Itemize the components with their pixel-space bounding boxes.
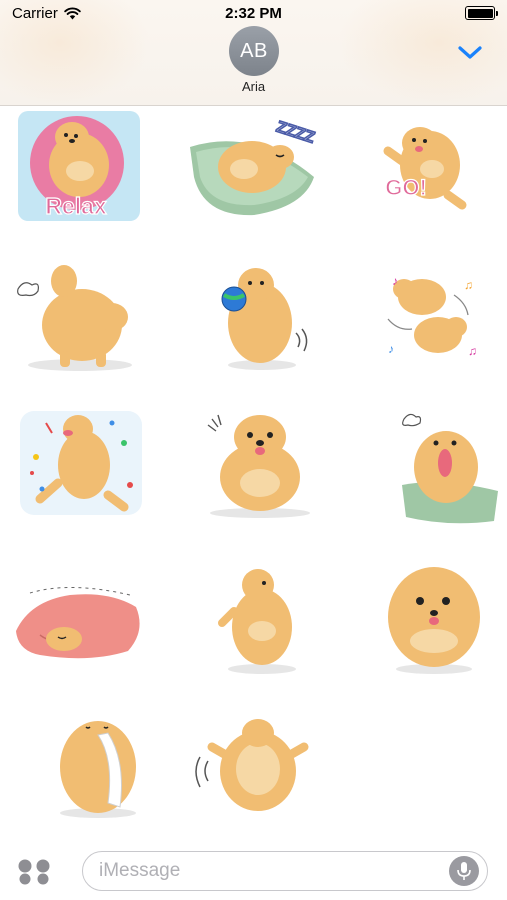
carrier-label: Carrier — [12, 4, 58, 22]
sticker-grid: Relax ZZZZ GO! ♪ ♫ ♪ ♫ — [0, 107, 507, 842]
sticker-dog-under-blanket[interactable] — [10, 551, 150, 676]
relax-sticker-art: Relax — [18, 111, 140, 221]
sticker-go[interactable]: GO! — [358, 107, 498, 232]
status-bar: Carrier 2:32 PM — [0, 0, 507, 26]
go-sticker-art: GO! — [383, 127, 467, 210]
microphone-glyph — [457, 862, 471, 880]
chevron-down-icon[interactable] — [456, 42, 484, 62]
sticker-relax[interactable]: Relax — [12, 107, 152, 232]
sticker-party-confetti[interactable] — [12, 403, 152, 528]
go-caption: GO! — [385, 175, 427, 200]
dog-front-sticker-art — [388, 567, 480, 674]
sticker-dog-with-towel[interactable] — [26, 699, 166, 824]
back-view-sticker-art — [195, 719, 309, 811]
app-drawer-icon[interactable] — [17, 859, 51, 885]
two-dogs-sticker-art: ♪ ♫ ♪ ♫ — [387, 274, 477, 358]
sleeping-sticker-art: ZZZZ — [190, 118, 318, 216]
sticker-dog-back[interactable] — [8, 255, 148, 380]
imessage-placeholder: iMessage — [99, 860, 181, 881]
svg-text:♪: ♪ — [388, 342, 394, 356]
looking-back-sticker-art — [218, 569, 296, 674]
sticker-dog-sitting-happy[interactable] — [188, 403, 328, 528]
sticker-sleeping[interactable]: ZZZZ — [184, 107, 324, 232]
sticker-dog-front[interactable] — [362, 551, 502, 676]
sleep-caption: ZZZZ — [274, 119, 317, 147]
message-input-bar: iMessage — [0, 842, 507, 900]
blanket-sticker-art — [16, 586, 140, 659]
sticker-dog-looking-back[interactable] — [186, 551, 326, 676]
avatar[interactable]: AB — [229, 26, 279, 76]
contact-name[interactable]: Aria — [0, 79, 507, 94]
wifi-icon — [64, 7, 81, 19]
sticker-dog-on-cushion[interactable] — [362, 403, 502, 528]
svg-text:♫: ♫ — [468, 344, 477, 358]
towel-sticker-art — [60, 721, 136, 818]
imessage-input[interactable]: iMessage — [82, 851, 488, 891]
relax-caption: Relax — [45, 193, 107, 219]
battery-fill — [467, 8, 493, 18]
battery-icon — [465, 6, 498, 20]
party-sticker-art — [20, 411, 142, 515]
sticker-dog-ball[interactable] — [184, 255, 324, 380]
dog-ball-sticker-art — [221, 268, 308, 370]
svg-text:♫: ♫ — [464, 278, 473, 292]
sticker-two-dogs-dancing[interactable]: ♪ ♫ ♪ ♫ — [358, 255, 498, 380]
dog-cushion-sticker-art — [402, 413, 498, 524]
dog-back-sticker-art — [17, 265, 132, 371]
microphone-icon[interactable] — [449, 856, 479, 886]
dog-sitting-sticker-art — [207, 414, 310, 518]
sticker-dog-back-view[interactable] — [186, 699, 326, 824]
svg-text:♪: ♪ — [392, 274, 398, 288]
